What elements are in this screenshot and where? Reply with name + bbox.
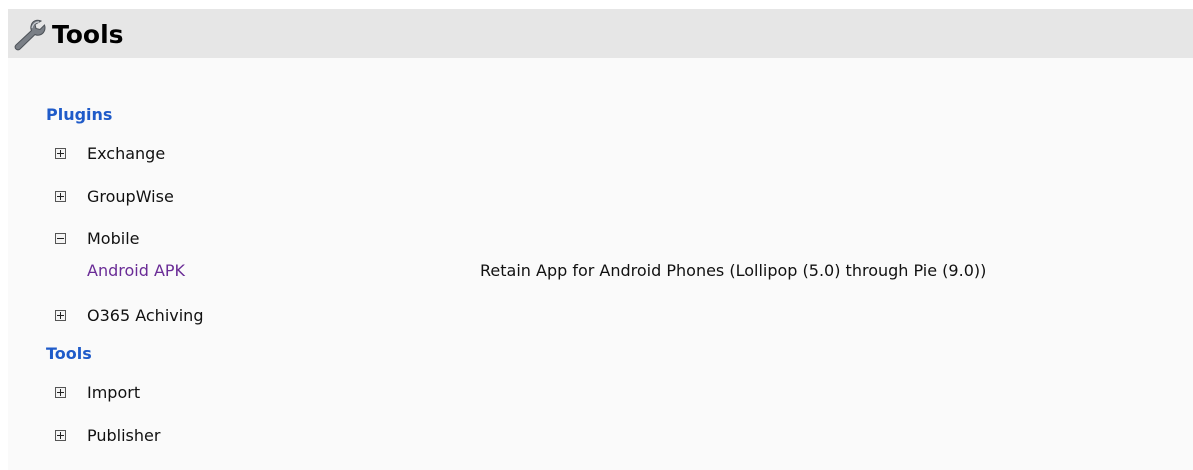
android-apk-link[interactable]: Android APK [87, 261, 185, 280]
tree-item-label[interactable]: GroupWise [87, 187, 174, 206]
tree-item-publisher[interactable]: Publisher [54, 424, 160, 446]
tree-item-label[interactable]: O365 Achiving [87, 306, 203, 325]
android-apk-description: Retain App for Android Phones (Lollipop … [480, 261, 987, 280]
section-heading-plugins: Plugins [46, 105, 113, 124]
tree-item-import[interactable]: Import [54, 381, 140, 403]
tree-item-label[interactable]: Mobile [87, 229, 139, 248]
tools-panel: Tools Plugins Exchange GroupWise Mobile … [8, 9, 1193, 470]
section-heading-tools: Tools [46, 344, 92, 363]
expand-icon[interactable] [55, 386, 66, 398]
wrench-icon [14, 19, 46, 50]
expand-icon[interactable] [55, 309, 66, 321]
expand-icon[interactable] [55, 147, 66, 159]
expand-icon[interactable] [55, 429, 66, 441]
page-title: Tools [52, 20, 124, 49]
collapse-icon[interactable] [55, 232, 66, 244]
expand-icon[interactable] [55, 190, 66, 202]
header-bar: Tools [8, 9, 1193, 58]
tree-item-exchange[interactable]: Exchange [54, 142, 165, 164]
tree-item-mobile[interactable]: Mobile [54, 227, 139, 249]
tree-item-label[interactable]: Exchange [87, 144, 165, 163]
tree-item-label[interactable]: Publisher [87, 426, 160, 445]
tree-item-groupwise[interactable]: GroupWise [54, 185, 174, 207]
tree-item-label[interactable]: Import [87, 383, 140, 402]
tree-item-o365-achiving[interactable]: O365 Achiving [54, 304, 203, 326]
